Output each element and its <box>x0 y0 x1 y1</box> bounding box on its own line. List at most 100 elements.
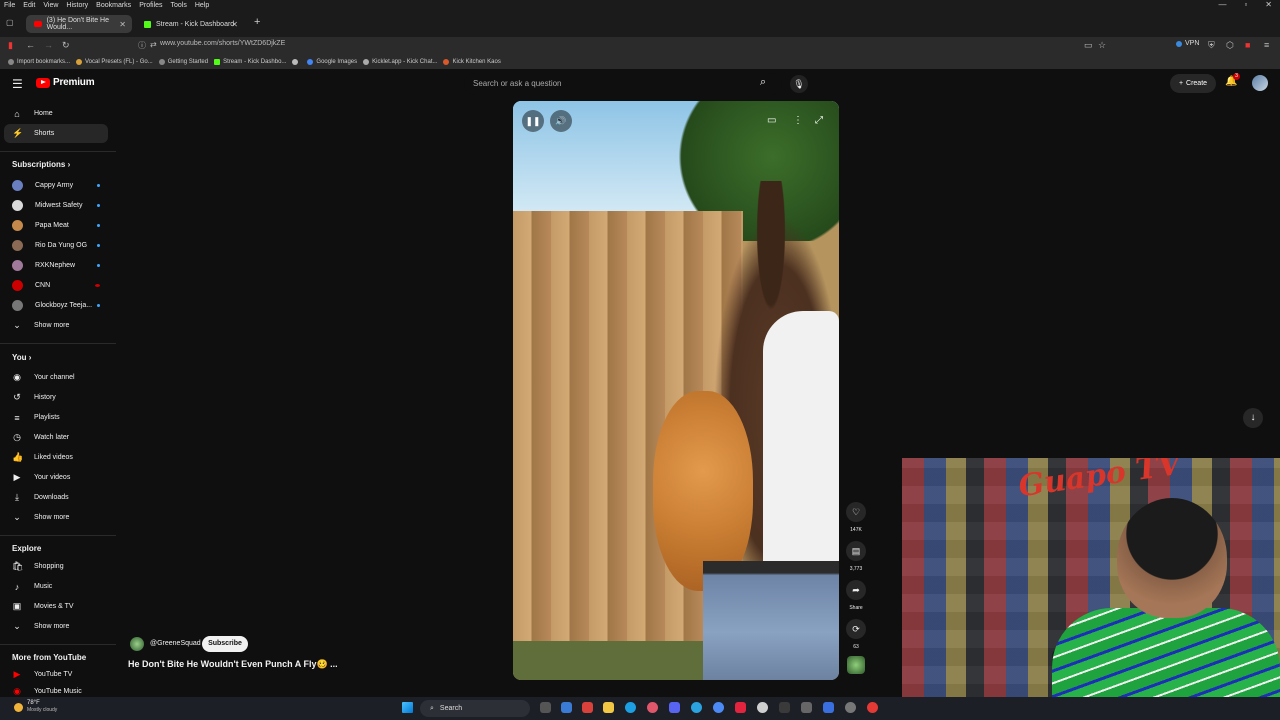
sidebar-item-playlists[interactable]: ≡ Playlists <box>4 408 108 427</box>
fullscreen-icon[interactable]: ⤢ <box>815 115 823 126</box>
forward-icon[interactable]: → <box>44 40 53 50</box>
windows-start-icon[interactable] <box>402 702 413 713</box>
bookmark-item[interactable]: Kick Kitchen Kaos <box>443 59 501 65</box>
task-view-icon[interactable] <box>540 702 551 713</box>
subscription-item[interactable]: Midwest Safety <box>4 196 108 215</box>
menu-profiles[interactable]: Profiles <box>139 2 162 9</box>
sidebar-item-youtube-tv[interactable]: ▶ YouTube TV <box>4 665 108 684</box>
weather-widget[interactable]: 78°F Mostly cloudy <box>14 700 57 714</box>
app-icon[interactable] <box>845 702 856 713</box>
microphone-icon[interactable]: 🎙 <box>790 75 808 93</box>
bookmark-item[interactable]: Kicklet.app - Kick Chat... <box>363 59 437 65</box>
sidebar-item-shopping[interactable]: 🛍 Shopping <box>4 557 108 576</box>
search-input[interactable]: Search or ask a question <box>464 73 782 95</box>
chrome-icon[interactable] <box>713 702 724 713</box>
app-icon[interactable] <box>867 702 878 713</box>
bookmark-star-icon[interactable]: ☆ <box>1098 40 1106 51</box>
hamburger-menu-icon[interactable]: ☰ <box>12 77 23 91</box>
sidebar-item-youtube-music[interactable]: ◉ YouTube Music <box>4 685 108 697</box>
user-avatar[interactable] <box>1252 75 1268 91</box>
close-tab-icon[interactable]: ✕ <box>119 20 126 29</box>
bookmark-item[interactable]: Google Images <box>307 59 357 65</box>
minimize-icon[interactable]: — <box>1218 0 1226 9</box>
reload-icon[interactable]: ↻ <box>62 40 70 51</box>
sidebar-item-shorts[interactable]: ⚡ Shorts <box>4 124 108 143</box>
new-tab-button[interactable]: + <box>254 16 260 28</box>
file-explorer-icon[interactable] <box>603 702 614 713</box>
shorts-video-player[interactable]: ❚❚ 🔊 ▭ ⋮ ⤢ <box>513 101 839 680</box>
sidebar-toggle-icon[interactable]: ▮ <box>8 40 13 51</box>
subscriptions-heading[interactable]: Subscriptions › <box>12 160 70 169</box>
subscription-item[interactable]: Papa Meat <box>4 216 108 235</box>
short-title[interactable]: He Don't Bite He Wouldn't Even Punch A F… <box>128 659 388 670</box>
url-field[interactable]: www.youtube.com/shorts/YWtZD6DjkZE <box>160 40 285 47</box>
maximize-icon[interactable]: ▫ <box>1244 0 1247 9</box>
bookmark-item[interactable]: Getting Started <box>158 59 208 65</box>
next-short-button[interactable]: ↓ <box>1243 408 1263 428</box>
app-icon[interactable] <box>823 702 834 713</box>
browser-menu-icon[interactable]: ≡ <box>1264 40 1269 50</box>
menu-tools[interactable]: Tools <box>171 2 187 9</box>
menu-bookmarks[interactable]: Bookmarks <box>96 2 131 9</box>
shield-icon[interactable]: ⛨ <box>1208 40 1215 51</box>
channel-avatar[interactable] <box>130 637 144 651</box>
sidebar-item-watch-later[interactable]: ◷ Watch later <box>4 428 108 447</box>
settings-icon[interactable] <box>757 702 768 713</box>
tune-icon[interactable]: ⇄ <box>150 40 157 49</box>
remix-button[interactable]: ⟳ <box>846 619 866 639</box>
app-icon[interactable] <box>779 702 790 713</box>
tab-youtube-short[interactable]: (3) He Don't Bite He Would... ✕ <box>26 15 132 33</box>
app-icon[interactable] <box>582 702 593 713</box>
sound-thumbnail[interactable] <box>847 656 865 674</box>
app-icon[interactable] <box>735 702 746 713</box>
back-icon[interactable]: ← <box>26 40 35 50</box>
share-button[interactable]: ➦ <box>846 580 866 600</box>
show-more-subscriptions[interactable]: ⌄ Show more <box>4 316 108 335</box>
sidebar-item-downloads[interactable]: ⤓ Downloads <box>4 488 108 507</box>
edge-icon[interactable] <box>625 702 636 713</box>
menu-edit[interactable]: Edit <box>23 2 35 9</box>
show-more-you[interactable]: ⌄ Show more <box>4 508 108 527</box>
subscription-item[interactable]: Rio Da Yung OG <box>4 236 108 255</box>
captions-icon[interactable]: ▭ <box>767 115 776 126</box>
tab-kick-dashboard[interactable]: Stream - Kick Dashboard ✕ <box>136 15 244 33</box>
menu-help[interactable]: Help <box>195 2 209 9</box>
tab-overview-icon[interactable]: ▢ <box>6 18 14 27</box>
youtube-premium-logo[interactable]: Premium <box>36 77 95 88</box>
channel-name[interactable]: @GreeneSquad <box>150 640 201 647</box>
reader-view-icon[interactable]: ▭ <box>1084 40 1093 51</box>
sidebar-item-home[interactable]: ⌂ Home <box>4 104 108 123</box>
search-icon[interactable]: ⌕ <box>760 76 766 89</box>
app-icon[interactable] <box>801 702 812 713</box>
bookmark-item[interactable]: Stream - Kick Dashbo... <box>214 59 286 65</box>
subscription-item[interactable]: Cappy Army <box>4 176 108 195</box>
site-info-icon[interactable]: ⓘ <box>138 40 146 51</box>
browser-icon[interactable] <box>647 702 658 713</box>
menu-file[interactable]: File <box>4 2 15 9</box>
extension-badge-icon[interactable]: ■ <box>1245 40 1250 50</box>
taskbar-search[interactable]: ⌕ Search <box>420 700 530 717</box>
more-options-icon[interactable]: ⋮ <box>793 115 803 126</box>
extensions-icon[interactable]: ⬡ <box>1226 40 1234 51</box>
you-heading[interactable]: You › <box>12 353 31 362</box>
sidebar-item-liked-videos[interactable]: 👍 Liked videos <box>4 448 108 467</box>
sidebar-item-your-channel[interactable]: ◉ Your channel <box>4 368 108 387</box>
sidebar-item-history[interactable]: ↺ History <box>4 388 108 407</box>
subscription-item[interactable]: CNN <box>4 276 108 295</box>
subscription-item[interactable]: Glockboyz Teeja... <box>4 296 108 315</box>
bookmark-item[interactable] <box>292 59 301 65</box>
close-window-icon[interactable]: ✕ <box>1265 0 1272 9</box>
like-button[interactable]: ♡ <box>846 502 866 522</box>
bookmark-item[interactable]: Import bookmarks... <box>8 59 70 65</box>
subscribe-button[interactable]: Subscribe <box>202 636 248 652</box>
sidebar-item-movies-tv[interactable]: ▣ Movies & TV <box>4 597 108 616</box>
volume-icon[interactable]: 🔊 <box>550 110 572 132</box>
menu-history[interactable]: History <box>66 2 88 9</box>
vpn-button[interactable]: VPN <box>1176 40 1199 47</box>
menu-view[interactable]: View <box>43 2 58 9</box>
pause-icon[interactable]: ❚❚ <box>522 110 544 132</box>
close-tab-icon[interactable]: ✕ <box>231 20 238 29</box>
bookmark-item[interactable]: Vocal Presets (FL) - Go... <box>76 59 153 65</box>
create-button[interactable]: + Create <box>1170 74 1216 93</box>
sidebar-item-your-videos[interactable]: ▶ Your videos <box>4 468 108 487</box>
